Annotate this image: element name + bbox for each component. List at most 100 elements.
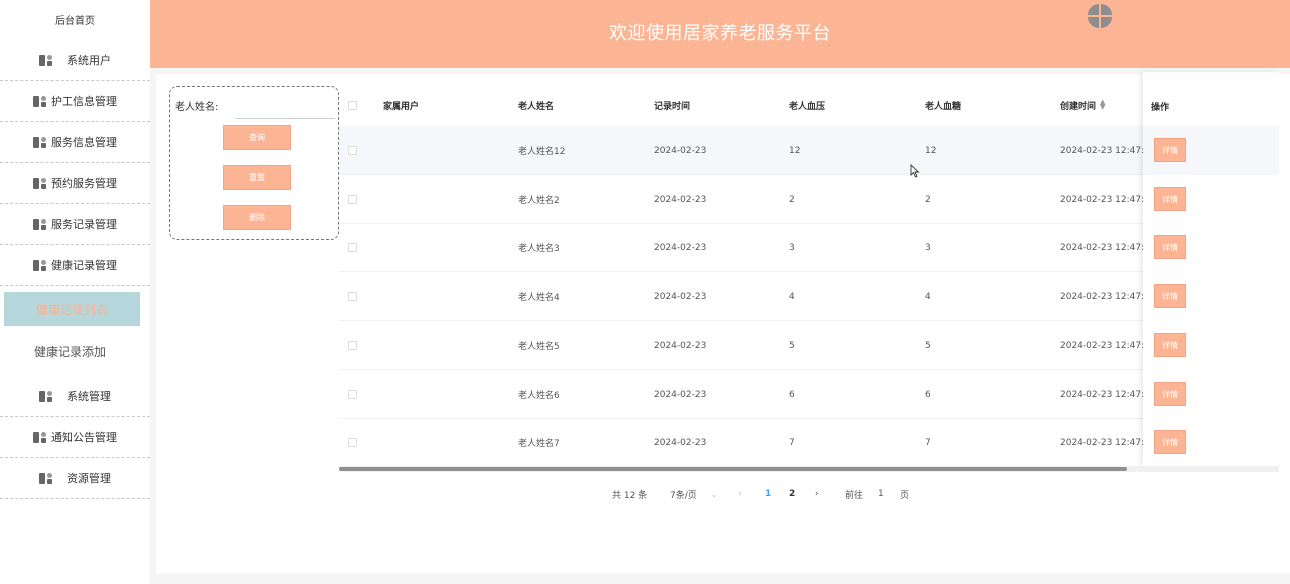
module-icon bbox=[33, 218, 46, 230]
delete-button[interactable]: 删除 bbox=[223, 205, 291, 230]
cell-created-time: 2024-02-23 12:47:0 bbox=[1060, 340, 1143, 351]
goto-suffix: 页 bbox=[900, 490, 910, 501]
cell-name: 老人姓名12 bbox=[518, 147, 566, 157]
sidebar-item-health-records[interactable]: 健康记录管理 bbox=[0, 245, 150, 286]
cell-created-time: 2024-02-23 12:47:0 bbox=[1060, 145, 1143, 156]
cell-name: 老人姓名6 bbox=[518, 391, 560, 401]
sidebar-item-label: 系统用户 bbox=[67, 54, 111, 67]
table-row: 老人姓名3 2024-02-23 3 3 2024-02-23 12:47:0 bbox=[339, 223, 1279, 272]
scrollbar-thumb[interactable] bbox=[339, 467, 1127, 471]
cell-blood-sugar: 6 bbox=[925, 389, 931, 400]
column-header-family: 家属用户 bbox=[383, 101, 420, 112]
cell-created-time: 2024-02-23 12:47:0 bbox=[1060, 389, 1143, 400]
row-checkbox[interactable] bbox=[348, 243, 357, 252]
sidebar-item-system-users[interactable]: 系统用户 bbox=[0, 40, 150, 81]
horizontal-scrollbar[interactable] bbox=[339, 466, 1279, 472]
module-icon bbox=[39, 472, 52, 484]
page-size-value: 7条/页 bbox=[670, 490, 697, 501]
detail-button[interactable]: 详情 bbox=[1154, 430, 1186, 454]
table-row: 老人姓名4 2024-02-23 4 4 2024-02-23 12:47:0 bbox=[339, 272, 1279, 321]
sidebar-subitem-health-list[interactable]: 健康记录列表 bbox=[4, 292, 140, 326]
cell-created-time: 2024-02-23 12:47:0 bbox=[1060, 242, 1143, 253]
detail-button[interactable]: 详情 bbox=[1154, 382, 1186, 406]
cell-record-time: 2024-02-23 bbox=[654, 437, 707, 448]
cell-record-time: 2024-02-23 bbox=[654, 291, 707, 302]
row-checkbox[interactable] bbox=[348, 390, 357, 399]
cell-blood-sugar: 12 bbox=[925, 145, 937, 156]
module-icon bbox=[33, 259, 46, 271]
detail-button[interactable]: 详情 bbox=[1154, 284, 1186, 308]
sidebar-item-label: 通知公告管理 bbox=[51, 431, 117, 444]
module-icon bbox=[33, 136, 46, 148]
column-header-actions: 操作 bbox=[1151, 103, 1170, 113]
query-button[interactable]: 查询 bbox=[223, 125, 291, 150]
row-checkbox[interactable] bbox=[348, 438, 357, 447]
detail-button[interactable]: 详情 bbox=[1154, 138, 1186, 162]
cell-blood-sugar: 7 bbox=[925, 437, 931, 448]
row-checkbox[interactable] bbox=[348, 292, 357, 301]
page-number-1[interactable]: 1 bbox=[765, 482, 771, 506]
sidebar-item-label: 护工信息管理 bbox=[51, 95, 117, 108]
sidebar-home-link[interactable]: 后台首页 bbox=[0, 0, 150, 38]
sidebar-item-label: 预约服务管理 bbox=[51, 177, 117, 190]
page-title: 欢迎使用居家养老服务平台 bbox=[609, 23, 831, 44]
chevron-down-icon: ⌄ bbox=[710, 489, 718, 499]
goto-label: 前往 bbox=[845, 490, 864, 501]
cell-name: 老人姓名5 bbox=[518, 342, 560, 352]
sidebar-item-booking[interactable]: 预约服务管理 bbox=[0, 163, 150, 204]
column-header-label: 创建时间 bbox=[1060, 101, 1097, 112]
cell-record-time: 2024-02-23 bbox=[654, 145, 707, 156]
cell-blood-pressure: 5 bbox=[789, 340, 795, 351]
sidebar-item-service-records[interactable]: 服务记录管理 bbox=[0, 204, 150, 245]
detail-button[interactable]: 详情 bbox=[1154, 187, 1186, 211]
cell-blood-sugar: 3 bbox=[925, 242, 931, 253]
sidebar-item-label: 健康记录管理 bbox=[51, 259, 117, 272]
row-checkbox[interactable] bbox=[348, 341, 357, 350]
column-header-name: 老人姓名 bbox=[518, 101, 555, 112]
cell-blood-pressure: 12 bbox=[789, 145, 801, 156]
sidebar-item-service-info[interactable]: 服务信息管理 bbox=[0, 122, 150, 163]
row-checkbox[interactable] bbox=[348, 195, 357, 204]
cell-created-time: 2024-02-23 12:47:0 bbox=[1060, 291, 1143, 302]
cell-blood-sugar: 2 bbox=[925, 194, 931, 205]
cell-blood-pressure: 4 bbox=[789, 291, 795, 302]
actions-column: 操作 详情 详情 详情 详情 详情 详情 详情 bbox=[1143, 72, 1279, 466]
column-header-blood-pressure: 老人血压 bbox=[789, 101, 826, 112]
sidebar-item-system-management[interactable]: 系统管理 bbox=[0, 376, 150, 417]
page-number-2[interactable]: 2 bbox=[789, 482, 795, 506]
cell-record-time: 2024-02-23 bbox=[654, 340, 707, 351]
cell-name: 老人姓名4 bbox=[518, 293, 560, 303]
detail-button[interactable]: 详情 bbox=[1154, 235, 1186, 259]
search-panel: 老人姓名: 查询 重置 删除 bbox=[169, 86, 339, 240]
goto-page-input[interactable]: 1 bbox=[878, 482, 884, 506]
cell-blood-pressure: 7 bbox=[789, 437, 795, 448]
sort-icon[interactable]: ▲ ▼ bbox=[1100, 99, 1105, 111]
sidebar-item-label: 服务信息管理 bbox=[51, 136, 117, 149]
table-row: 老人姓名12 2024-02-23 12 12 2024-02-23 12:47… bbox=[339, 126, 1279, 175]
module-icon bbox=[39, 390, 52, 402]
user-avatar-icon[interactable] bbox=[1088, 4, 1112, 28]
cell-blood-sugar: 4 bbox=[925, 291, 931, 302]
column-header-created-time[interactable]: 创建时间 ▲ ▼ bbox=[1060, 82, 1105, 128]
sidebar-item-notices[interactable]: 通知公告管理 bbox=[0, 417, 150, 458]
elder-name-input[interactable] bbox=[236, 93, 335, 119]
prev-page-icon[interactable]: ‹ bbox=[738, 482, 742, 506]
detail-button[interactable]: 详情 bbox=[1154, 333, 1186, 357]
sidebar: 后台首页 系统用户 护工信息管理 服务信息管理 预约服务管理 服务记录管理 健康… bbox=[0, 0, 150, 584]
next-page-icon[interactable]: › bbox=[815, 482, 819, 506]
sidebar-item-caregiver-info[interactable]: 护工信息管理 bbox=[0, 81, 150, 122]
cell-blood-pressure: 3 bbox=[789, 242, 795, 253]
page-size-select[interactable]: 7条/页 ⌄ bbox=[670, 482, 717, 506]
top-header: 欢迎使用居家养老服务平台 bbox=[150, 0, 1290, 68]
cell-record-time: 2024-02-23 bbox=[654, 194, 707, 205]
module-icon bbox=[33, 431, 46, 443]
module-icon bbox=[39, 54, 52, 66]
search-label: 老人姓名: bbox=[175, 102, 219, 113]
table-row: 老人姓名5 2024-02-23 5 5 2024-02-23 12:47:0 bbox=[339, 321, 1279, 370]
sidebar-item-resources[interactable]: 资源管理 bbox=[0, 458, 150, 499]
sidebar-subitem-health-add[interactable]: 健康记录添加 bbox=[0, 334, 140, 368]
select-all-checkbox[interactable] bbox=[348, 101, 357, 110]
cell-record-time: 2024-02-23 bbox=[654, 242, 707, 253]
reset-button[interactable]: 重置 bbox=[223, 165, 291, 190]
row-checkbox[interactable] bbox=[348, 146, 357, 155]
